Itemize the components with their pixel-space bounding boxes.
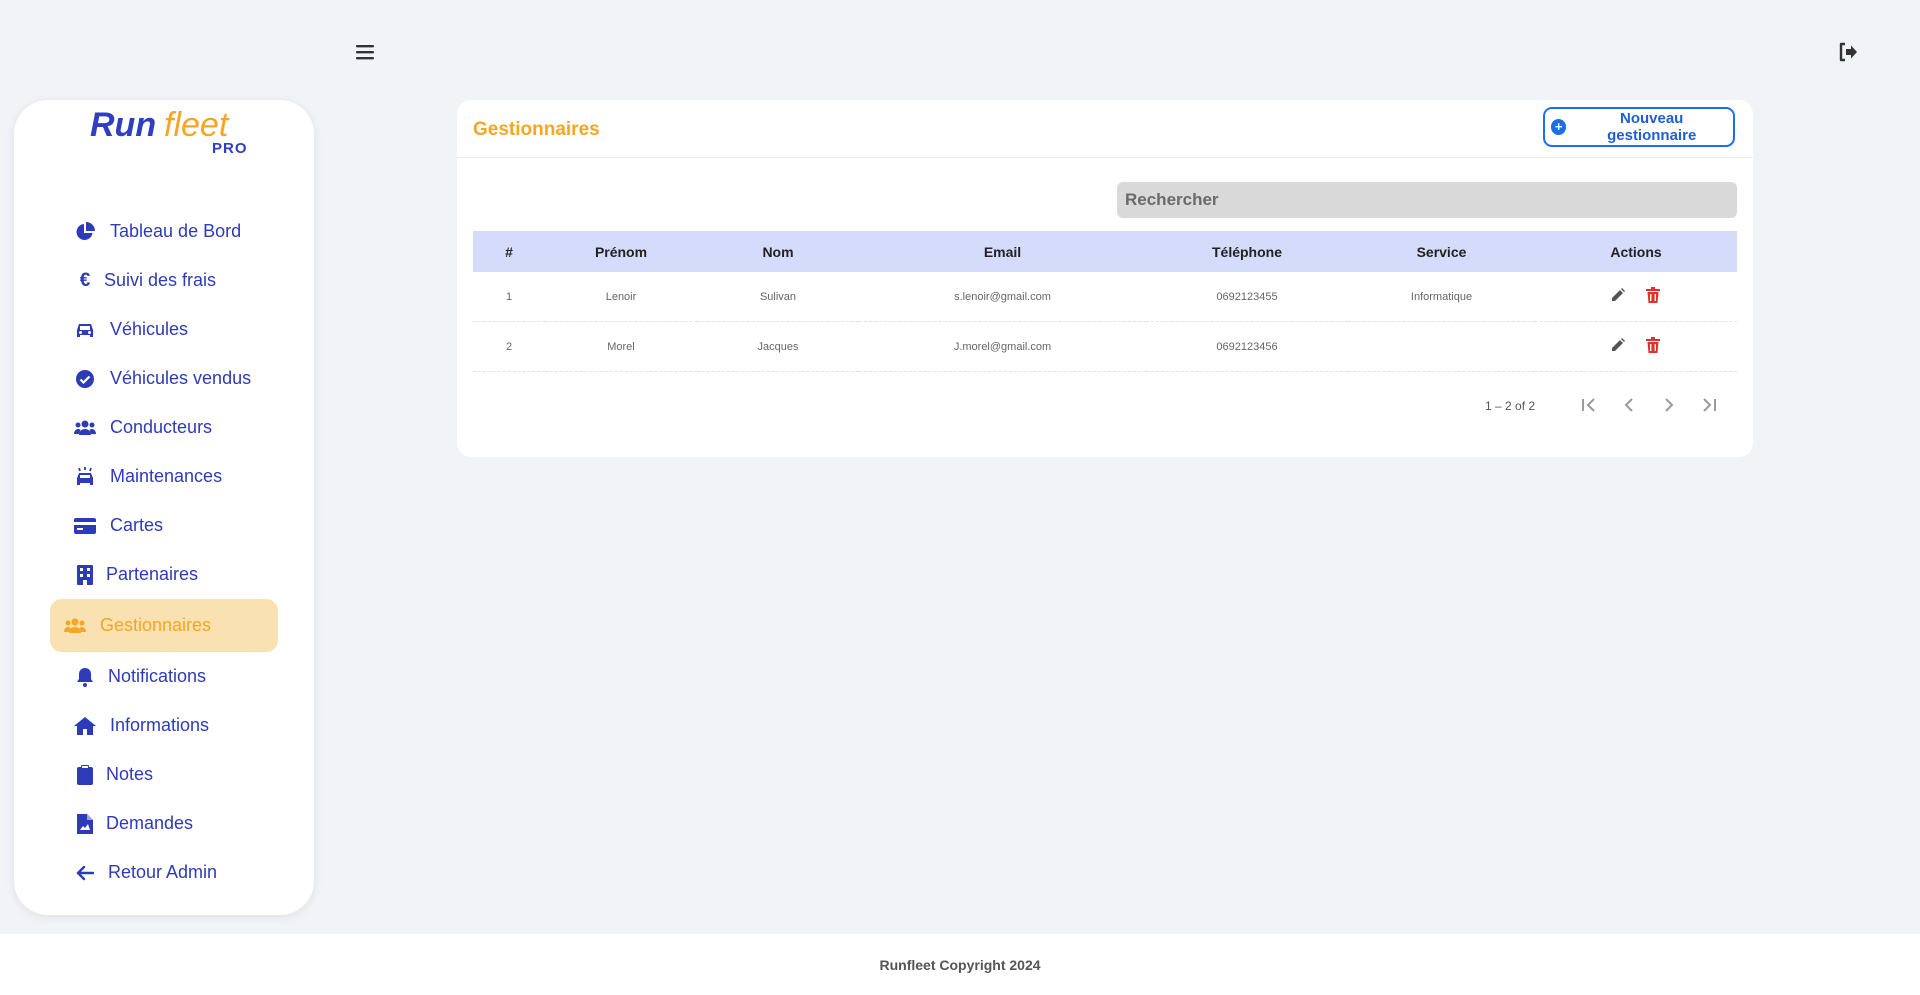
column-header-nom[interactable]: Nom [697,231,859,272]
column-header-prenom[interactable]: Prénom [545,231,697,272]
pie-chart-icon [74,221,96,243]
cell-telephone: 0692123455 [1146,272,1348,322]
sidebar-item-demandes[interactable]: Demandes [50,799,278,848]
sidebar-item-label: Notifications [108,666,207,686]
sidebar-item-notifications[interactable]: Notifications [50,652,278,701]
cell-nom: Jacques [697,321,859,372]
sidebar-item-informations[interactable]: Informations [50,701,278,750]
cell-email: J.morel@gmail.com [859,321,1146,372]
gestionnaires-card: Gestionnaires + Nouveau gestionnaire # P… [457,100,1753,457]
cell-prenom: Morel [545,321,697,372]
gestionnaires-table: # Prénom Nom Email Téléphone Service Act… [473,231,1737,372]
users-icon [74,417,96,439]
table-header-row: # Prénom Nom Email Téléphone Service Act… [473,231,1737,272]
logout-icon[interactable] [1836,40,1860,64]
sidebar-item-label: Maintenances [110,466,223,486]
sidebar-item-retour-admin[interactable]: Retour Admin [50,848,278,897]
sidebar-item-label: Suivi des frais [104,270,217,290]
file-icon [74,813,96,835]
sidebar-nav: Tableau de Bord € Suivi des frais Véhicu… [50,207,278,897]
sidebar-item-vehicules[interactable]: Véhicules [50,305,278,354]
sidebar-item-label: Conducteurs [110,417,213,437]
sidebar-item-maintenances[interactable]: Maintenances [50,452,278,501]
euro-icon: € [79,269,91,291]
sidebar: Run fleet PRO Tableau de Bord € Suivi de… [14,100,314,915]
last-page-icon[interactable] [1697,393,1721,417]
cell-email: s.lenoir@gmail.com [859,272,1146,322]
sidebar-item-label: Gestionnaires [100,615,212,635]
edit-pencil-icon[interactable] [1610,337,1626,353]
table-row: 1 Lenoir Sulivan s.lenoir@gmail.com 0692… [473,272,1737,322]
car-wash-icon [74,466,96,488]
sidebar-item-gestionnaires[interactable]: Gestionnaires [50,599,278,652]
card-header: Gestionnaires + Nouveau gestionnaire [457,100,1753,158]
home-icon [74,715,96,737]
sidebar-item-vehicules-vendus[interactable]: Véhicules vendus [50,354,278,403]
search-input[interactable] [1117,182,1737,218]
sidebar-item-label: Véhicules [110,319,189,339]
page-title: Gestionnaires [473,119,600,140]
clipboard-icon [74,764,96,786]
column-header-email[interactable]: Email [859,231,1146,272]
sidebar-item-label: Notes [106,764,154,784]
building-icon [74,564,96,586]
new-gestionnaire-label: Nouveau gestionnaire [1607,110,1697,144]
runfleet-logo[interactable]: Run fleet PRO [90,106,250,157]
sidebar-item-label: Demandes [106,813,194,833]
footer: Runfleet Copyright 2024 [0,934,1920,995]
sidebar-item-partenaires[interactable]: Partenaires [50,550,278,599]
column-header-service[interactable]: Service [1348,231,1535,272]
next-page-icon[interactable] [1657,393,1681,417]
first-page-icon[interactable] [1577,393,1601,417]
sidebar-item-suivi-des-frais[interactable]: € Suivi des frais [50,256,278,305]
delete-trash-icon[interactable] [1646,337,1662,353]
credit-card-icon [74,515,96,537]
cell-telephone: 0692123456 [1146,321,1348,372]
edit-pencil-icon[interactable] [1610,287,1626,303]
sidebar-item-label: Retour Admin [108,862,218,882]
hamburger-menu-icon[interactable] [353,40,377,64]
cell-id: 1 [473,272,545,322]
bell-icon [74,666,96,688]
cell-actions [1535,321,1737,372]
arrow-left-icon [74,862,96,884]
cell-nom: Sulivan [697,272,859,322]
column-header-id[interactable]: # [473,231,545,272]
cell-service: Informatique [1348,272,1535,322]
copyright-text: Runfleet Copyright 2024 [879,956,1041,973]
check-circle-icon [74,368,96,390]
cell-id: 2 [473,321,545,372]
sidebar-item-label: Véhicules vendus [110,368,252,388]
delete-trash-icon[interactable] [1646,287,1662,303]
new-gestionnaire-button[interactable]: + Nouveau gestionnaire [1543,107,1735,147]
plus-circle-icon: + [1551,119,1567,135]
sidebar-item-label: Cartes [110,515,164,535]
table-row: 2 Morel Jacques J.morel@gmail.com 069212… [473,321,1737,372]
car-icon [74,319,96,341]
cell-service [1348,321,1535,372]
sidebar-item-conducteurs[interactable]: Conducteurs [50,403,278,452]
sidebar-item-label: Tableau de Bord [110,221,242,241]
cell-actions [1535,272,1737,322]
column-header-actions: Actions [1610,243,1662,260]
pagination-range: 1 – 2 of 2 [1485,399,1536,413]
sidebar-item-tableau-de-bord[interactable]: Tableau de Bord [50,207,278,256]
cell-prenom: Lenoir [545,272,697,322]
sidebar-item-notes[interactable]: Notes [50,750,278,799]
sidebar-item-cartes[interactable]: Cartes [50,501,278,550]
users-icon [64,615,86,637]
previous-page-icon[interactable] [1617,393,1641,417]
column-header-telephone[interactable]: Téléphone [1146,231,1348,272]
sidebar-item-label: Partenaires [106,564,199,584]
sidebar-item-label: Informations [110,715,210,735]
